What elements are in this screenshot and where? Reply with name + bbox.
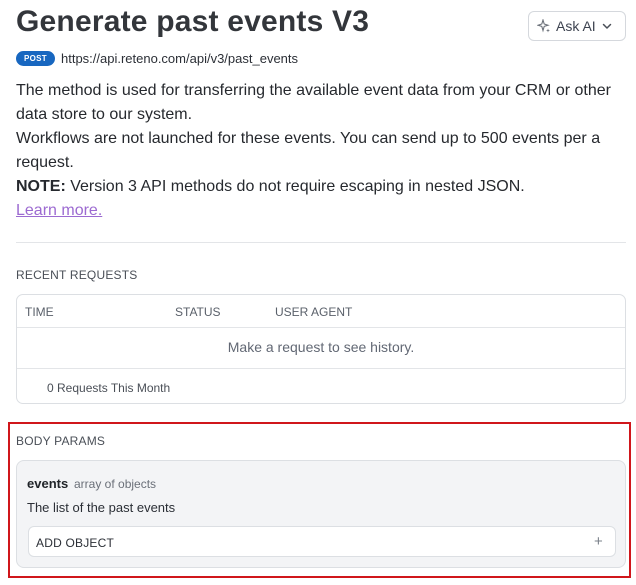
description: The method is used for transferring the … <box>16 79 620 223</box>
description-line-2: Workflows are not launched for these eve… <box>16 130 601 171</box>
description-note: NOTE: Version 3 API methods do not requi… <box>16 175 620 199</box>
empty-history-message: Make a request to see history. <box>227 339 415 355</box>
ask-ai-label: Ask AI <box>556 18 596 34</box>
page-title: Generate past events V3 <box>16 5 370 38</box>
param-description: The list of the past events <box>27 500 176 515</box>
divider <box>16 242 626 243</box>
body-params-title: BODY PARAMS <box>16 434 106 448</box>
recent-requests-table: TIME STATUS USER AGENT Make a request to… <box>16 294 626 404</box>
chevron-down-icon <box>601 20 613 32</box>
endpoint-line: POST https://api.reteno.com/api/v3/past_… <box>16 51 298 66</box>
table-footer: 0 Requests This Month <box>17 368 625 404</box>
plus-icon: + <box>594 533 603 550</box>
recent-requests-title: RECENT REQUESTS <box>16 268 138 282</box>
method-badge: POST <box>16 51 55 66</box>
param-name: events <box>27 476 69 491</box>
table-header: TIME STATUS USER AGENT <box>17 295 625 328</box>
endpoint-url: https://api.reteno.com/api/v3/past_event… <box>60 51 299 66</box>
note-label: NOTE: <box>16 178 66 195</box>
column-status: STATUS <box>175 305 221 319</box>
learn-more-link[interactable]: Learn more. <box>16 202 102 219</box>
ask-ai-button[interactable]: Ask AI <box>528 11 626 41</box>
column-time: TIME <box>25 305 54 319</box>
param-type: array of objects <box>74 477 157 491</box>
add-object-button[interactable]: ADD OBJECT + <box>28 526 616 557</box>
column-user-agent: USER AGENT <box>275 305 353 319</box>
description-line-1: The method is used for transferring the … <box>16 82 611 123</box>
requests-count: 0 Requests This Month <box>47 381 171 395</box>
param-card-events: events array of objects The list of the … <box>16 460 626 568</box>
note-text: Version 3 API methods do not require esc… <box>65 178 525 195</box>
sparkle-icon <box>537 19 551 33</box>
add-object-label: ADD OBJECT <box>36 536 115 550</box>
